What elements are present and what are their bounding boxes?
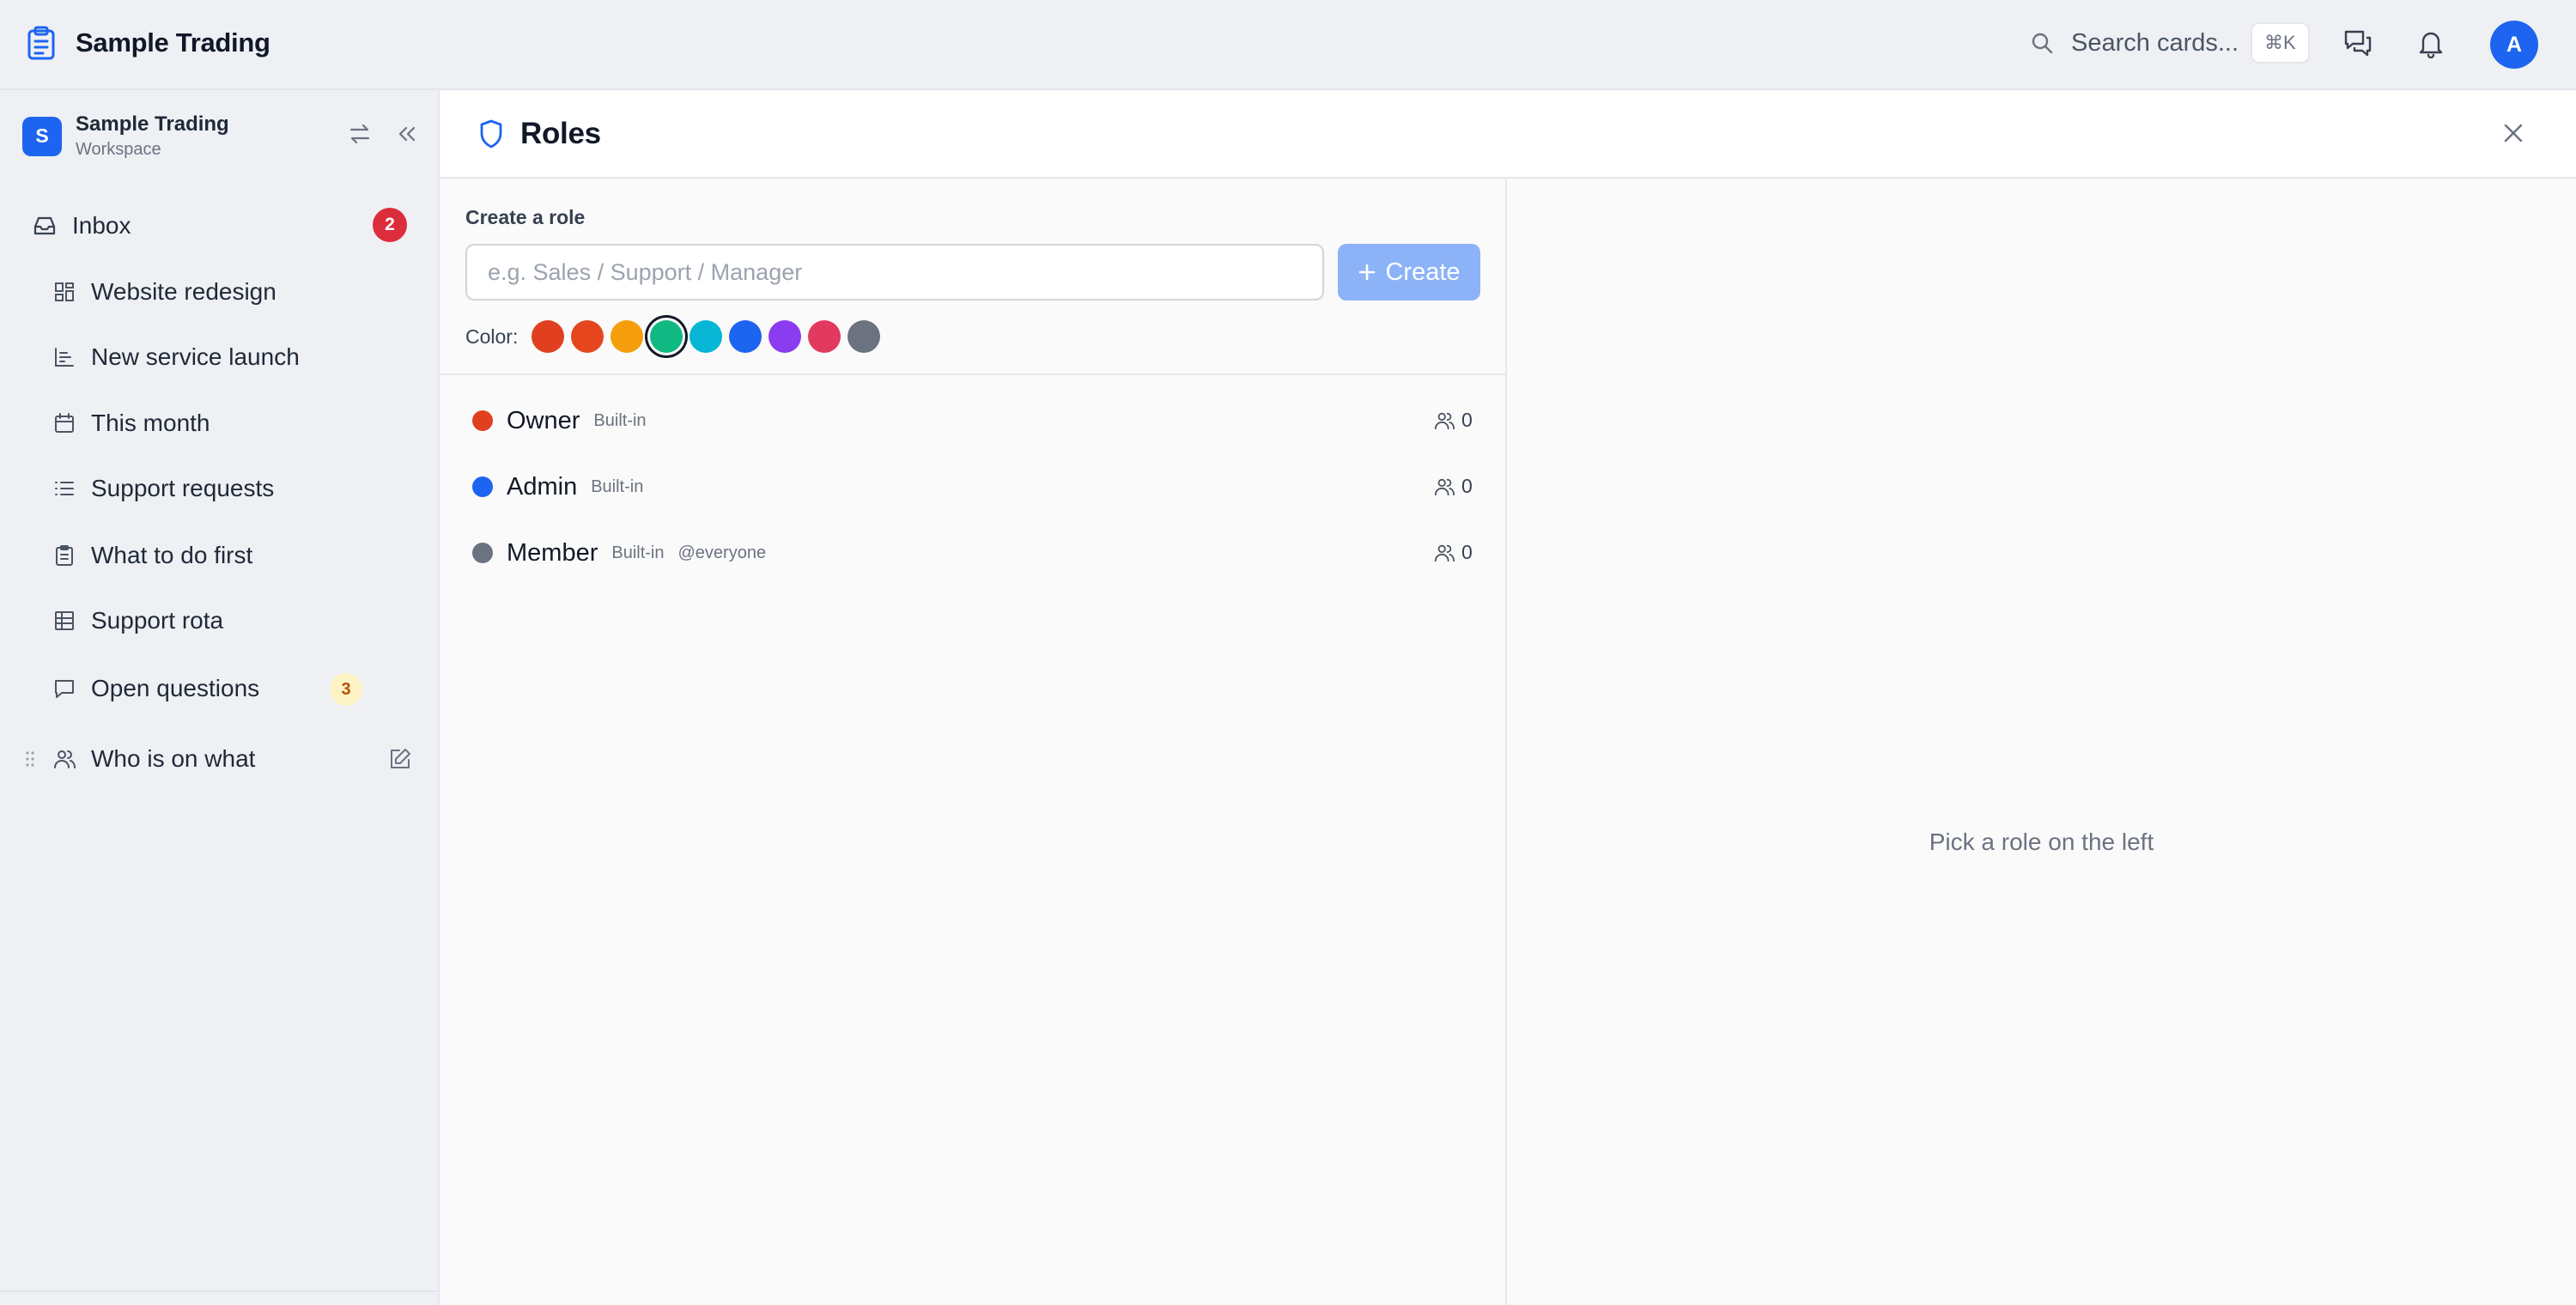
role-name: Member <box>507 538 598 567</box>
chat-icon <box>53 677 76 700</box>
collapse-sidebar-icon[interactable] <box>395 121 419 147</box>
clipboard-logo-icon <box>26 26 57 60</box>
color-label: Color: <box>465 325 519 348</box>
sidebar-item-label: Who is on what <box>91 745 256 772</box>
sidebar: S Sample Trading Workspace Inbox 2 Websi… <box>0 90 440 1305</box>
open-questions-count-badge: 3 <box>330 673 362 706</box>
role-detail-pane: Pick a role on the left <box>1507 179 2576 1305</box>
sidebar-item-label: This month <box>91 410 210 436</box>
color-swatch[interactable] <box>769 320 802 353</box>
role-tag: Built-in <box>593 410 647 430</box>
search-placeholder: Search cards... <box>2071 28 2239 57</box>
close-icon[interactable] <box>2500 120 2526 146</box>
role-tag: @everyone <box>677 543 767 562</box>
drag-handle-icon[interactable] <box>26 750 34 768</box>
table-icon <box>53 610 76 632</box>
role-member-count: 0 <box>1434 541 1473 564</box>
create-button-label: Create <box>1385 258 1461 286</box>
users-icon <box>1434 543 1455 563</box>
sidebar-item-this-month[interactable]: This month <box>0 398 440 449</box>
roles-panel: Roles Create a role Create Color: <box>440 90 2576 1305</box>
switch-workspace-icon[interactable] <box>347 121 373 147</box>
role-tag: Built-in <box>591 476 644 496</box>
color-swatch[interactable] <box>650 320 683 353</box>
shield-icon <box>477 118 505 149</box>
sidebar-item-label: New service launch <box>91 343 300 370</box>
users-icon <box>1434 410 1455 431</box>
board-icon <box>53 281 76 303</box>
users-icon <box>1434 476 1455 497</box>
chart-icon <box>53 346 76 368</box>
color-swatch[interactable] <box>690 320 723 353</box>
plus-icon <box>1358 263 1376 282</box>
brand[interactable]: Sample Trading <box>26 26 270 60</box>
role-row-admin[interactable]: Admin Built-in 0 <box>440 461 1505 513</box>
messages-icon[interactable] <box>2342 27 2373 58</box>
search-input[interactable]: Search cards... ⌘K <box>2030 19 2310 67</box>
inbox-icon <box>33 214 57 238</box>
sidebar-item-label: Support rota <box>91 607 224 634</box>
edit-icon[interactable] <box>388 747 412 771</box>
calendar-icon <box>53 412 76 434</box>
empty-state-message: Pick a role on the left <box>1929 829 2154 855</box>
workspace-name: Sample Trading <box>76 112 229 136</box>
sidebar-item-label: What to do first <box>91 542 253 568</box>
search-icon <box>2030 31 2054 55</box>
color-swatch[interactable] <box>571 320 605 353</box>
create-role-section: Create a role Create Color: <box>440 179 1505 375</box>
role-tag: Built-in <box>611 543 665 562</box>
create-role-label: Create a role <box>465 206 586 228</box>
sidebar-item-inbox[interactable]: Inbox 2 <box>0 200 440 252</box>
app-title: Sample Trading <box>76 27 270 58</box>
sidebar-item-new-service-launch[interactable]: New service launch <box>0 331 440 383</box>
role-name-input[interactable] <box>465 244 1324 300</box>
sidebar-item-support-requests[interactable]: Support requests <box>0 463 440 514</box>
roles-list-pane: Create a role Create Color: <box>440 179 1507 1305</box>
bell-icon[interactable] <box>2416 27 2445 58</box>
color-picker: Color: <box>465 318 887 355</box>
sidebar-item-what-to-do-first[interactable]: What to do first <box>0 530 440 581</box>
role-color-dot <box>472 410 493 431</box>
panel-header: Roles <box>440 90 2576 179</box>
workspace-avatar: S <box>22 116 62 156</box>
clipboard-icon <box>53 544 76 567</box>
color-swatch[interactable] <box>808 320 841 353</box>
top-bar: Sample Trading Search cards... ⌘K A <box>0 0 2576 90</box>
sidebar-item-label: Inbox <box>72 212 131 239</box>
sidebar-item-website-redesign[interactable]: Website redesign <box>0 266 440 318</box>
user-avatar[interactable]: A <box>2490 21 2538 69</box>
role-name: Admin <box>507 472 578 501</box>
inbox-count-badge: 2 <box>373 208 407 242</box>
role-color-dot <box>472 543 493 563</box>
sidebar-item-who-is-on-what[interactable]: Who is on what <box>0 733 440 785</box>
role-row-member[interactable]: Member Built-in @everyone 0 <box>440 527 1505 579</box>
role-member-count: 0 <box>1434 475 1473 498</box>
workspace-subtitle: Workspace <box>76 140 161 159</box>
color-swatch[interactable] <box>848 320 881 353</box>
color-swatch[interactable] <box>729 320 762 353</box>
color-swatch[interactable] <box>532 320 565 353</box>
role-color-dot <box>472 476 493 497</box>
list-icon <box>53 477 76 500</box>
users-icon <box>53 748 76 770</box>
sidebar-item-label: Open questions <box>91 675 260 701</box>
role-member-count: 0 <box>1434 409 1473 432</box>
sidebar-item-label: Support requests <box>91 475 275 501</box>
color-swatch[interactable] <box>611 320 644 353</box>
sidebar-footer-divider <box>0 1290 440 1292</box>
sidebar-item-label: Website redesign <box>91 278 276 305</box>
create-role-button[interactable]: Create <box>1338 244 1480 300</box>
sidebar-item-support-rota[interactable]: Support rota <box>0 595 440 646</box>
page-title: Roles <box>520 116 601 150</box>
search-shortcut: ⌘K <box>2251 22 2310 64</box>
role-name: Owner <box>507 406 580 434</box>
role-row-owner[interactable]: Owner Built-in 0 <box>440 395 1505 446</box>
sidebar-item-open-questions[interactable]: Open questions 3 <box>0 663 440 714</box>
workspace-switcher[interactable]: S Sample Trading Workspace <box>22 112 229 160</box>
